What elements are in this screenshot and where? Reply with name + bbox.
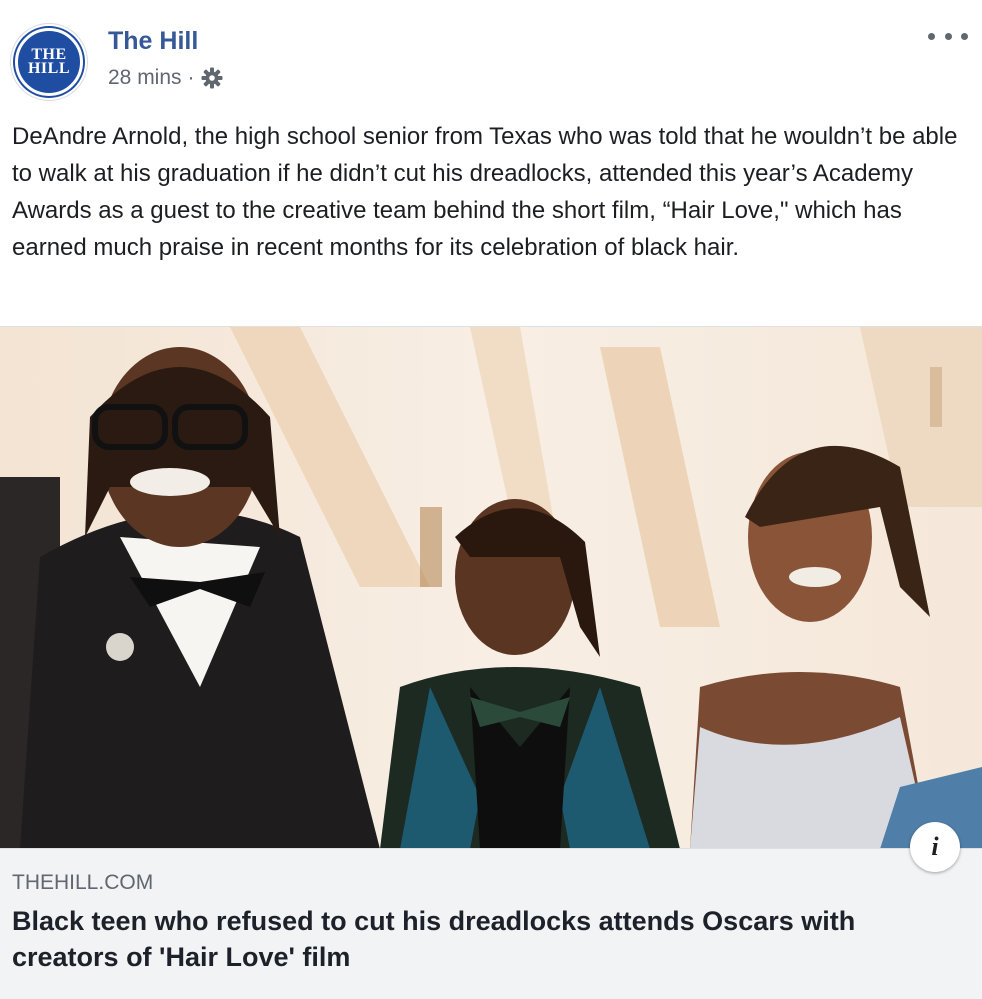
post-timestamp[interactable]: 28 mins	[108, 66, 182, 90]
logo-text-hill: HILL	[27, 60, 70, 77]
more-dot-icon	[928, 32, 935, 40]
more-dot-icon	[944, 32, 952, 40]
link-preview-card[interactable]: THEHILL.COM Black teen who refused to cu…	[0, 848, 982, 999]
meta-separator: ·	[187, 66, 195, 89]
more-options-button[interactable]	[928, 24, 968, 48]
post-text: DeAndre Arnold, the high school senior f…	[12, 123, 958, 261]
link-domain: THEHILL.COM	[12, 871, 154, 894]
page-avatar[interactable]: THE HILL	[10, 23, 88, 101]
link-headline[interactable]: Black teen who refused to cut his dreadl…	[12, 903, 962, 975]
post-meta: 28 mins ·	[108, 66, 223, 90]
more-dot-icon	[961, 32, 968, 40]
the-hill-logo: THE HILL	[15, 28, 83, 96]
info-icon[interactable]: i	[910, 822, 960, 872]
link-preview-image[interactable]	[0, 326, 982, 849]
gear-icon[interactable]	[201, 67, 223, 89]
post-header: THE HILL The Hill 28 mins ·	[0, 0, 982, 110]
page-name-link[interactable]: The Hill	[108, 27, 198, 56]
